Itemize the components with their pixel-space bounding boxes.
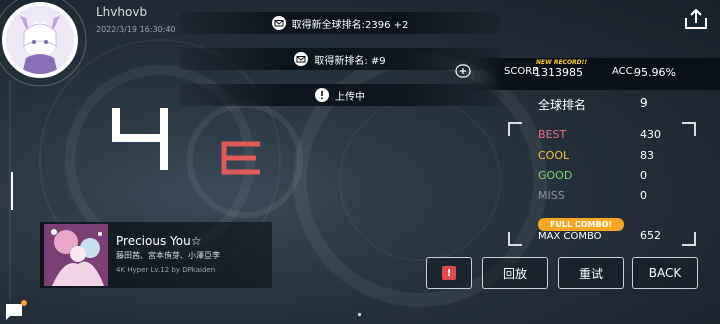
notification-text: 上传中 bbox=[335, 91, 365, 103]
username: Lhvhovb bbox=[96, 5, 148, 19]
report-icon: ! bbox=[442, 266, 456, 280]
grade-letter bbox=[221, 141, 260, 175]
score-mode-icon bbox=[455, 64, 471, 78]
full-combo-badge: FULL COMBO! bbox=[538, 218, 624, 231]
frame-corner bbox=[682, 232, 696, 246]
rank-glyph bbox=[112, 108, 168, 170]
song-difficulty: 4K Hyper Lv.12 by DPkaiden bbox=[116, 266, 216, 274]
page-indicator bbox=[358, 313, 361, 316]
max-combo-label: MAX COMBO bbox=[538, 231, 602, 242]
mail-icon bbox=[271, 16, 286, 30]
notification-text: 取得新排名: #9 bbox=[314, 55, 386, 67]
song-jacket bbox=[44, 224, 108, 286]
replay-button[interactable]: 回放 bbox=[482, 257, 548, 289]
notification-text: 取得新全球排名:2396 +2 bbox=[291, 19, 409, 31]
accuracy-value: 95.96% bbox=[634, 66, 676, 79]
frame-corner bbox=[682, 122, 696, 136]
mail-icon bbox=[294, 52, 309, 66]
chat-button[interactable] bbox=[4, 300, 28, 322]
frame-corner bbox=[508, 232, 522, 246]
song-artist: 藤田茜、宮本侑芽、小澤亞李 bbox=[116, 251, 220, 260]
report-button[interactable]: ! bbox=[426, 257, 472, 289]
play-datetime: 2022/3/19 16:30:40 bbox=[96, 25, 176, 34]
chat-icon bbox=[6, 300, 27, 320]
song-card: Precious You☆ 藤田茜、宮本侑芽、小澤亞李 4K Hyper Lv.… bbox=[40, 222, 272, 288]
notification-uploading: 上传中 bbox=[180, 84, 500, 106]
global-rank-label: 全球排名 bbox=[538, 98, 587, 112]
alert-icon bbox=[315, 88, 329, 102]
cool-value: 83 bbox=[640, 149, 654, 162]
avatar[interactable] bbox=[2, 2, 78, 78]
share-button[interactable] bbox=[682, 6, 710, 32]
good-label: GOOD bbox=[538, 169, 573, 182]
score-value: 1313985 bbox=[534, 66, 583, 79]
notification-global-rank: 取得新全球排名:2396 +2 bbox=[180, 12, 500, 34]
miss-value: 0 bbox=[640, 189, 647, 202]
best-label: BEST bbox=[538, 128, 567, 141]
new-record-badge: NEW RECORD!! bbox=[536, 59, 588, 66]
frame-corner bbox=[508, 122, 522, 136]
global-rank-value: 9 bbox=[640, 96, 648, 110]
share-icon bbox=[685, 8, 707, 29]
retry-button[interactable]: 重试 bbox=[558, 257, 624, 289]
notification-new-rank: 取得新排名: #9 bbox=[180, 48, 500, 70]
song-title: Precious You☆ bbox=[116, 234, 202, 248]
cool-label: COOL bbox=[538, 149, 570, 162]
best-value: 430 bbox=[640, 128, 661, 141]
miss-label: MISS bbox=[538, 189, 565, 202]
max-combo-value: 652 bbox=[640, 229, 661, 242]
good-value: 0 bbox=[640, 169, 647, 182]
back-button[interactable]: BACK bbox=[632, 257, 698, 289]
avatar-image bbox=[6, 6, 74, 74]
accuracy-label: ACC. bbox=[612, 66, 636, 77]
